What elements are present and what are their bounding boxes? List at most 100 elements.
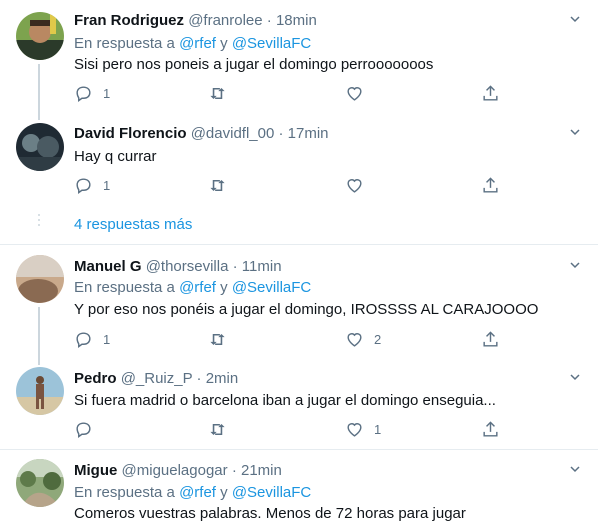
- separator-dot: ·: [266, 12, 272, 29]
- heart-icon: [347, 178, 362, 193]
- tweet-text: Comeros vuestras palabras. Menos de 72 h…: [74, 505, 466, 522]
- reply-count: 1: [103, 85, 111, 101]
- avatar[interactable]: [16, 255, 64, 303]
- reply-to-prefix: En respuesta a: [74, 35, 175, 52]
- display-name[interactable]: David Florencio: [74, 125, 187, 142]
- user-handle[interactable]: @miguelagogar: [122, 462, 228, 479]
- display-name[interactable]: Migue: [74, 462, 117, 479]
- heart-icon: [347, 422, 362, 437]
- reply-count: 1: [103, 177, 111, 193]
- mention-link[interactable]: @rfef: [179, 484, 216, 501]
- tweet-pedro[interactable]: Pedro @_Ruiz_P · 2min Si fuera madrid o …: [0, 365, 598, 449]
- user-handle[interactable]: @thorsevilla: [146, 258, 229, 275]
- chevron-down-icon[interactable]: [570, 127, 580, 137]
- reply-to-line: En respuesta a @rfef y @SevillaFC: [74, 279, 311, 296]
- like-button[interactable]: 1: [345, 418, 381, 440]
- separator-dot: ·: [196, 370, 202, 387]
- reply-icon: [76, 177, 91, 194]
- tweet-header: Migue @miguelagogar · 21min: [74, 462, 282, 479]
- retweet-icon: [210, 333, 225, 345]
- tweet-actions: 1: [74, 82, 504, 104]
- heart-icon: [347, 332, 362, 347]
- retweet-icon: [210, 423, 225, 435]
- reply-button[interactable]: 1: [74, 174, 110, 196]
- show-more-replies-link[interactable]: 4 respuestas más: [74, 216, 192, 233]
- chevron-down-icon[interactable]: [570, 260, 580, 270]
- reply-button[interactable]: 1: [74, 328, 110, 350]
- like-count: 1: [374, 421, 382, 437]
- user-handle[interactable]: @davidfl_00: [191, 125, 275, 142]
- share-button[interactable]: [481, 418, 500, 440]
- chevron-down-icon[interactable]: [570, 372, 580, 382]
- reply-button[interactable]: [74, 418, 103, 440]
- share-button[interactable]: [481, 82, 500, 104]
- chevron-down-icon[interactable]: [570, 14, 580, 24]
- retweet-button[interactable]: [208, 82, 237, 104]
- share-icon: [483, 84, 498, 101]
- separator-dot: ·: [232, 258, 238, 275]
- display-name[interactable]: Pedro: [74, 370, 117, 387]
- avatar[interactable]: [16, 123, 64, 171]
- retweet-button[interactable]: [208, 174, 237, 196]
- reply-to-line: En respuesta a @rfef y @SevillaFC: [74, 35, 311, 52]
- reply-icon: [76, 421, 91, 438]
- tweet-text: Sisi pero nos poneis a jugar el domingo …: [74, 56, 434, 73]
- timestamp[interactable]: 2min: [206, 370, 239, 387]
- heart-icon: [347, 86, 362, 101]
- like-count: 2: [374, 331, 382, 347]
- reply-to-and: y: [220, 484, 228, 501]
- avatar[interactable]: [16, 459, 64, 507]
- share-button[interactable]: [481, 328, 500, 350]
- tweet-header: Manuel G @thorsevilla · 11min: [74, 258, 282, 275]
- thread-continuation-dots: [37, 214, 41, 229]
- reply-to-prefix: En respuesta a: [74, 484, 175, 501]
- reply-to-line: En respuesta a @rfef y @SevillaFC: [74, 484, 311, 501]
- tweet-header: David Florencio @davidfl_00 · 17min: [74, 125, 329, 142]
- tweet-text: Si fuera madrid o barcelona iban a jugar…: [74, 392, 496, 409]
- reply-count: 1: [103, 331, 111, 347]
- mention-link[interactable]: @rfef: [179, 35, 216, 52]
- tweet-header: Fran Rodriguez @franrolee · 18min: [74, 12, 317, 29]
- avatar[interactable]: [16, 12, 64, 60]
- reply-to-and: y: [220, 35, 228, 52]
- share-button[interactable]: [481, 174, 500, 196]
- mention-link[interactable]: @SevillaFC: [232, 35, 311, 52]
- like-button[interactable]: [345, 82, 374, 104]
- mention-link[interactable]: @SevillaFC: [232, 279, 311, 296]
- mention-link[interactable]: @rfef: [179, 279, 216, 296]
- reply-to-and: y: [220, 279, 228, 296]
- like-button[interactable]: 2: [345, 328, 381, 350]
- tweet-migue[interactable]: Migue @miguelagogar · 21min En respuesta…: [0, 450, 598, 522]
- retweet-icon: [210, 179, 225, 191]
- timestamp[interactable]: 18min: [276, 12, 317, 29]
- display-name[interactable]: Fran Rodriguez: [74, 12, 184, 29]
- tweet-manuel[interactable]: Manuel G @thorsevilla · 11min En respues…: [0, 245, 598, 365]
- timestamp[interactable]: 21min: [241, 462, 282, 479]
- tweet-fran[interactable]: Fran Rodriguez @franrolee · 18min En res…: [0, 0, 598, 120]
- tweet-david[interactable]: David Florencio @davidfl_00 · 17min Hay …: [0, 120, 598, 244]
- retweet-button[interactable]: [208, 418, 237, 440]
- share-icon: [483, 420, 498, 437]
- tweet-header: Pedro @_Ruiz_P · 2min: [74, 370, 238, 387]
- thread-line: [38, 307, 40, 365]
- timestamp[interactable]: 17min: [288, 125, 329, 142]
- like-button[interactable]: [345, 174, 374, 196]
- tweet-actions: 1: [74, 174, 504, 196]
- separator-dot: ·: [231, 462, 237, 479]
- share-icon: [483, 176, 498, 193]
- separator-dot: ·: [278, 125, 284, 142]
- display-name[interactable]: Manuel G: [74, 258, 142, 275]
- thread-line: [38, 64, 40, 120]
- user-handle[interactable]: @franrolee: [188, 12, 262, 29]
- timestamp[interactable]: 11min: [242, 258, 282, 275]
- avatar[interactable]: [16, 367, 64, 415]
- user-handle[interactable]: @_Ruiz_P: [121, 370, 193, 387]
- retweet-button[interactable]: [208, 328, 237, 350]
- chevron-down-icon[interactable]: [570, 464, 580, 474]
- tweet-text: Hay q currar: [74, 148, 157, 165]
- reply-button[interactable]: 1: [74, 82, 110, 104]
- mention-link[interactable]: @SevillaFC: [232, 484, 311, 501]
- retweet-icon: [210, 87, 225, 99]
- tweet-text: Y por eso nos ponéis a jugar el domingo,…: [74, 301, 539, 318]
- reply-icon: [76, 85, 91, 102]
